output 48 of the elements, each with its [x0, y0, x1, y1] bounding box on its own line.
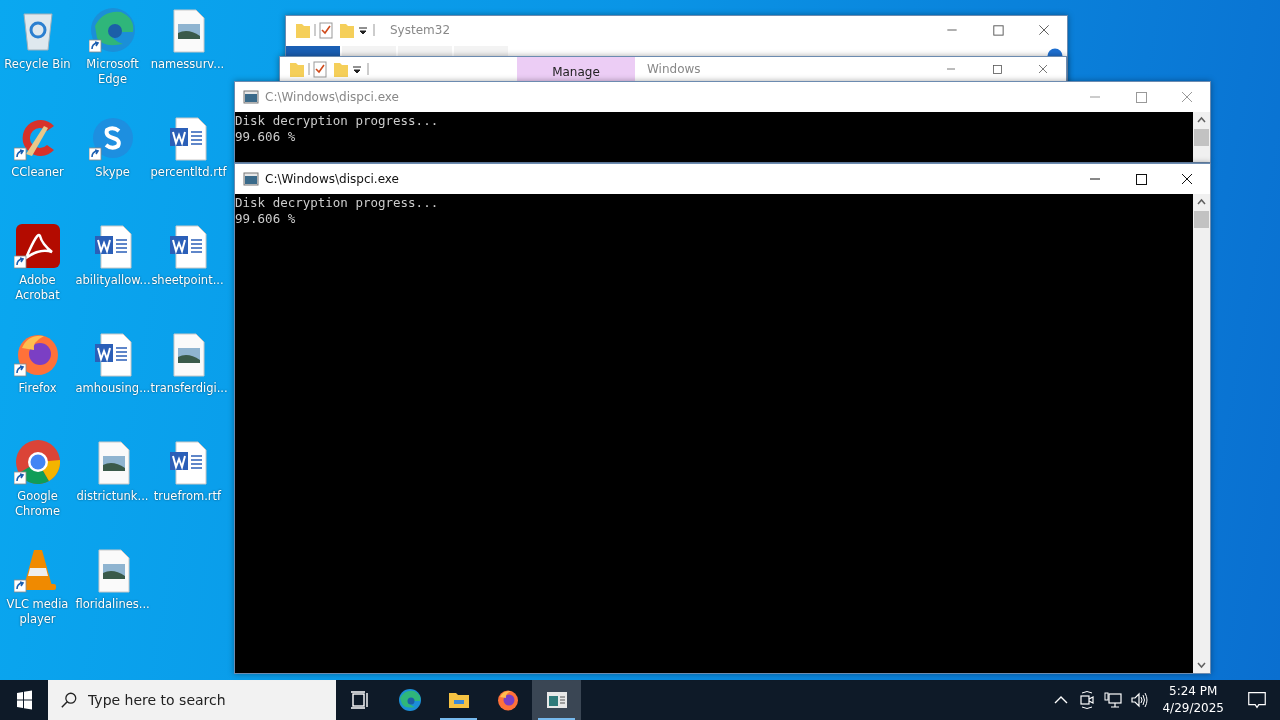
console-icon[interactable] — [243, 171, 259, 187]
help-icon[interactable] — [1047, 47, 1063, 56]
desktop-icon-label[interactable]: sheetpoint... — [150, 273, 225, 288]
date-text: 4/29/2025 — [1162, 700, 1224, 717]
desktop-icon-label[interactable]: Skype — [75, 165, 150, 180]
console-output: 99.606 % — [235, 129, 297, 145]
quick-access-toolbar-icon[interactable] — [294, 20, 378, 40]
console-output: 99.606 % — [235, 211, 297, 227]
scrollbar-thumb[interactable] — [1194, 129, 1209, 146]
desktop-icon-label[interactable]: Microsoft Edge — [75, 57, 150, 87]
desktop-icon-label[interactable]: namessurv... — [150, 57, 225, 72]
firefox-icon — [495, 688, 520, 712]
desktop-icon-label[interactable]: districtunk... — [75, 489, 150, 504]
desktop-icon-label[interactable]: Recycle Bin — [0, 57, 75, 72]
console-output: Disk decryption progress... — [235, 113, 440, 129]
taskbar-console-button[interactable] — [532, 680, 581, 720]
desktop-icon-label[interactable]: percentltd.rtf — [150, 165, 225, 180]
search-field[interactable]: Type here to search — [48, 680, 336, 720]
network-icon[interactable] — [1102, 690, 1125, 710]
context-tab[interactable]: Manage — [517, 57, 635, 81]
desktop-icon-label[interactable]: truefrom.rtf — [150, 489, 225, 504]
acrobat-icon[interactable] — [13, 222, 62, 270]
speaker-icon[interactable] — [1128, 690, 1151, 710]
desktop-icon-label[interactable]: amhousing... — [75, 381, 150, 396]
desktop-icon-label[interactable]: Adobe Acrobat — [0, 273, 75, 303]
time-text: 5:24 PM — [1169, 683, 1218, 700]
scrollbar-thumb[interactable] — [1194, 211, 1209, 228]
search-icon — [60, 691, 78, 709]
desktop-icon-label[interactable]: Firefox — [0, 381, 75, 396]
clock[interactable]: 5:24 PM 4/29/2025 — [1154, 683, 1232, 717]
scrollbar[interactable] — [1193, 112, 1210, 162]
desktop-icon-label[interactable]: abilityallow... — [75, 273, 150, 288]
desktop-icon-label[interactable]: CCleaner — [0, 165, 75, 180]
window-title: Windows — [647, 62, 701, 76]
desktop-icon-label[interactable]: transferdigi... — [150, 381, 225, 396]
desktop-icon-label[interactable]: Google Chrome — [0, 489, 75, 519]
window-title: C:\Windows\dispci.exe — [265, 172, 399, 186]
console-output: Disk decryption progress... — [235, 195, 440, 211]
chrome-icon[interactable] — [13, 438, 62, 486]
desktop-icon-label[interactable]: floridalines... — [75, 597, 150, 612]
edge-icon[interactable] — [88, 6, 137, 54]
edge-icon — [397, 688, 422, 712]
desktop-icon-label[interactable]: VLC media player — [0, 597, 75, 627]
window-title: C:\Windows\dispci.exe — [265, 90, 399, 104]
console-icon[interactable] — [243, 89, 259, 105]
window-title: System32 — [390, 23, 451, 37]
quick-access-toolbar-icon[interactable] — [288, 59, 372, 79]
scrollbar[interactable] — [1193, 194, 1210, 673]
